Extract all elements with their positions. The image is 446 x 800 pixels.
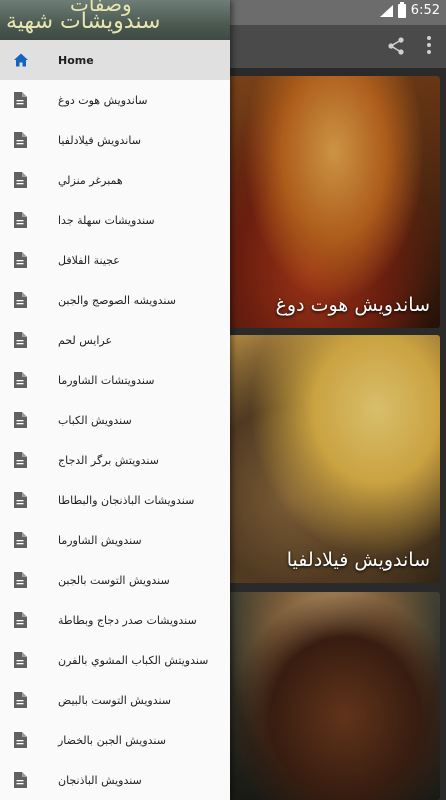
drawer-item[interactable]: سندويشه الصوصج والجبن: [0, 280, 230, 320]
drawer-item[interactable]: ساندويش هوت دوغ: [0, 80, 230, 120]
drawer-item[interactable]: عجينة الفلافل: [0, 240, 230, 280]
signal-icon: [379, 4, 393, 18]
drawer-item[interactable]: سندويشات سهلة جدا: [0, 200, 230, 240]
document-icon: [13, 492, 27, 508]
status-icons: 6:52: [379, 1, 440, 18]
document-icon: [13, 692, 27, 708]
drawer-item-label: سندويتش الكباب المشوي بالفرن: [58, 653, 209, 667]
drawer-item[interactable]: سندويش التوست بالبيض: [0, 680, 230, 720]
drawer-item-label: سندويشات الباذنجان والبطاطا: [58, 493, 195, 507]
app-title: وصفات سندويشات شهية: [0, 0, 230, 40]
drawer-item[interactable]: سندويشات صدر دجاج وبطاطة: [0, 600, 230, 640]
card-caption: ساندويش هوت دوغ: [275, 294, 430, 316]
drawer-item-label: عرايس لحم: [58, 333, 113, 347]
drawer-item-label: ساندويش هوت دوغ: [58, 93, 148, 107]
drawer-item-label: سندويش الشاورما: [58, 533, 142, 547]
share-icon[interactable]: [386, 36, 406, 56]
drawer-item-label: سندويشات صدر دجاج وبطاطة: [58, 613, 197, 627]
drawer-item-label: عجينة الفلافل: [58, 253, 120, 267]
drawer-item-label: سندويشات سهلة جدا: [58, 213, 155, 227]
drawer-item-label: سندويش التوست بالجبن: [58, 573, 170, 587]
drawer-item[interactable]: سندويتش برگر الدجاج: [0, 440, 230, 480]
drawer-item[interactable]: سندويش الكباب: [0, 400, 230, 440]
drawer-item[interactable]: سندويش التوست بالجبن: [0, 560, 230, 600]
document-icon: [13, 132, 27, 148]
document-icon: [13, 772, 27, 788]
drawer-item-label: سندويش الكباب: [58, 413, 132, 427]
document-icon: [13, 252, 27, 268]
drawer-item-label: سندويتشات الشاورما: [58, 373, 155, 387]
more-options-icon[interactable]: [426, 36, 432, 56]
document-icon: [13, 532, 27, 548]
app-title-line2: سندويشات شهية: [6, 9, 161, 34]
drawer-item[interactable]: سندويش الباذنجان: [0, 760, 230, 800]
drawer-item[interactable]: عرايس لحم: [0, 320, 230, 360]
document-icon: [13, 332, 27, 348]
document-icon: [13, 412, 27, 428]
card-caption: ساندويش فيلادلفيا: [286, 549, 430, 571]
document-icon: [13, 612, 27, 628]
drawer-item-label: همبرغر منزلي: [58, 173, 123, 187]
document-icon: [13, 732, 27, 748]
document-icon: [13, 372, 27, 388]
drawer-item-label: سندويشه الصوصج والجبن: [58, 293, 176, 307]
drawer-item[interactable]: همبرغر منزلي: [0, 160, 230, 200]
drawer-item-label: Home: [58, 53, 94, 67]
drawer-item[interactable]: سندويش الشاورما: [0, 520, 230, 560]
document-icon: [13, 452, 27, 468]
recipe-card[interactable]: [228, 592, 440, 800]
document-icon: [13, 92, 27, 108]
drawer-item[interactable]: سندويتشات الشاورما: [0, 360, 230, 400]
document-icon: [13, 572, 27, 588]
card-image: [228, 76, 440, 328]
navigation-drawer: Home ساندويش هوت دوغ ساندويش فيلادلفيا همبر…: [0, 0, 230, 800]
card-image: [228, 592, 440, 800]
document-icon: [13, 652, 27, 668]
recipe-card[interactable]: ساندويش هوت دوغ: [228, 76, 440, 328]
document-icon: [13, 292, 27, 308]
document-icon: [13, 212, 27, 228]
drawer-item-label: سندويش الباذنجان: [58, 773, 142, 787]
drawer-item-home[interactable]: Home: [0, 40, 230, 80]
drawer-item-label: سندويش التوست بالبيض: [58, 693, 172, 707]
drawer-item[interactable]: ساندويش فيلادلفيا: [0, 120, 230, 160]
drawer-item-label: سندويش الجبن بالخضار: [58, 733, 166, 747]
status-time: 6:52: [410, 3, 440, 18]
drawer-item[interactable]: سندويتش الكباب المشوي بالفرن: [0, 640, 230, 680]
drawer-item[interactable]: سندويشات الباذنجان والبطاطا: [0, 480, 230, 520]
drawer-item-label: ساندويش فيلادلفيا: [58, 133, 141, 147]
recipe-card[interactable]: ساندويش فيلادلفيا: [228, 335, 440, 583]
home-icon: [13, 52, 28, 68]
drawer-item-label: سندويتش برگر الدجاج: [58, 453, 159, 467]
drawer-menu: Home ساندويش هوت دوغ ساندويش فيلادلفيا همبر…: [0, 40, 230, 800]
drawer-item[interactable]: سندويش الجبن بالخضار: [0, 720, 230, 760]
card-image: [228, 335, 440, 583]
battery-icon: [397, 1, 406, 18]
document-icon: [13, 172, 27, 188]
